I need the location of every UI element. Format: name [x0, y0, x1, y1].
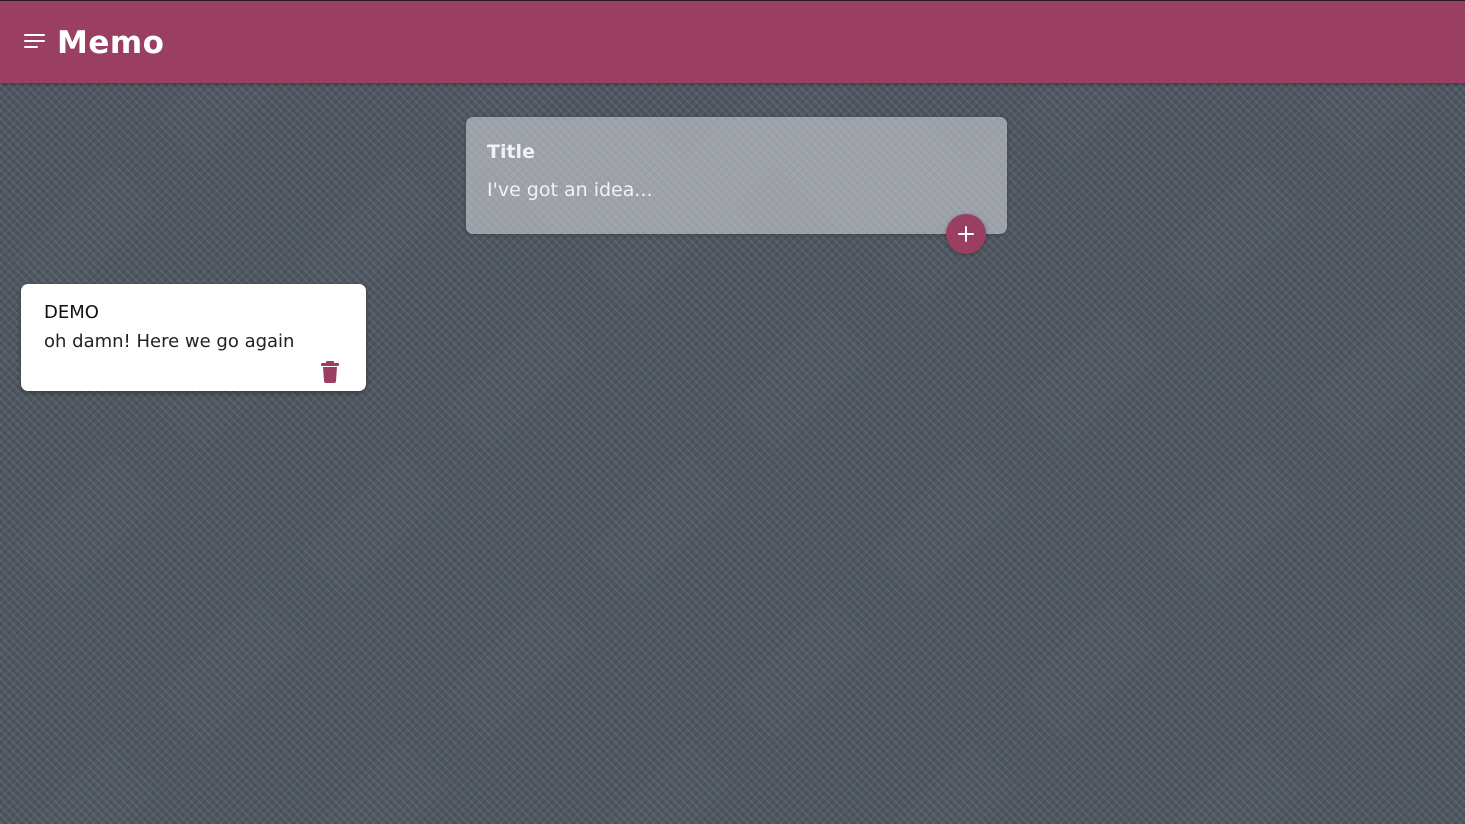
create-note-form: [466, 117, 1007, 234]
delete-note-button[interactable]: [320, 361, 340, 383]
note-content-input[interactable]: [487, 177, 967, 207]
note-title: DEMO: [44, 302, 99, 323]
add-note-button[interactable]: [946, 214, 986, 254]
menu-icon[interactable]: [24, 34, 46, 50]
app-header: Memo: [0, 0, 1465, 83]
note-title-input[interactable]: [487, 139, 967, 165]
note-content: oh damn! Here we go again: [44, 331, 295, 352]
app-title: Memo: [57, 25, 165, 61]
trash-icon: [321, 361, 339, 383]
note-card: DEMO oh damn! Here we go again: [21, 284, 366, 391]
